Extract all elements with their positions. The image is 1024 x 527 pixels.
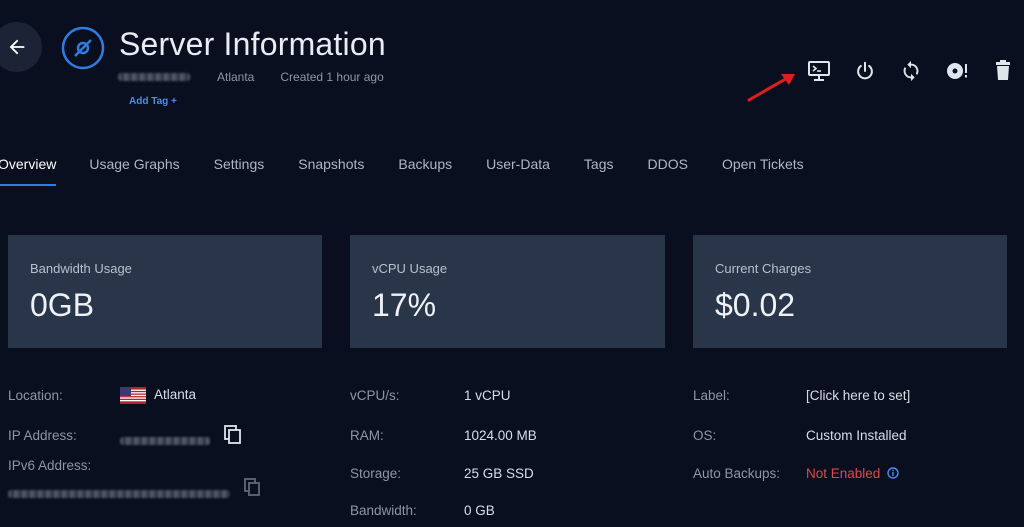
label-label: Label: bbox=[693, 388, 730, 403]
power-icon bbox=[857, 61, 873, 80]
restart-icon bbox=[903, 60, 919, 82]
add-tag-link[interactable]: Add Tag + bbox=[129, 96, 177, 107]
tab-user-data[interactable]: User-Data bbox=[486, 156, 550, 186]
current-charges-card: Current Charges $0.02 bbox=[693, 235, 1007, 348]
tab-open-tickets[interactable]: Open Tickets bbox=[722, 156, 804, 186]
us-flag-icon bbox=[120, 387, 146, 404]
tab-overview[interactable]: Overview bbox=[0, 156, 57, 186]
redacted-hostname bbox=[118, 73, 190, 81]
card-value: $0.02 bbox=[715, 287, 796, 323]
meta-location: Atlanta bbox=[217, 70, 255, 84]
server-toolbar bbox=[796, 58, 1024, 84]
location-value: Atlanta bbox=[154, 387, 197, 403]
tab-bar: Overview Usage Graphs Settings Snapshots… bbox=[0, 156, 804, 186]
server-meta: Atlanta Created 1 hour ago bbox=[118, 70, 384, 84]
ipv6-address-value-wrap bbox=[8, 486, 230, 501]
back-button[interactable] bbox=[0, 22, 42, 72]
ram-label: RAM: bbox=[350, 428, 384, 443]
location-value-wrap: Atlanta bbox=[120, 387, 196, 404]
vcpu-usage-card: vCPU Usage 17% bbox=[350, 235, 665, 348]
console-button[interactable] bbox=[796, 58, 842, 84]
card-title: Bandwidth Usage bbox=[30, 261, 132, 276]
auto-backups-value: Not Enabled bbox=[806, 466, 881, 481]
redacted-ip-address bbox=[120, 437, 210, 445]
tab-backups[interactable]: Backups bbox=[398, 156, 452, 186]
bandwidth-value-link[interactable]: 0 GB bbox=[464, 503, 495, 518]
card-value: 17% bbox=[372, 287, 437, 323]
label-set-link[interactable]: [Click here to set] bbox=[806, 388, 910, 403]
restart-button[interactable] bbox=[888, 58, 934, 84]
tab-tags[interactable]: Tags bbox=[584, 156, 614, 186]
auto-backups-value-wrap: Not Enabled bbox=[806, 466, 899, 481]
power-button[interactable] bbox=[842, 58, 888, 84]
info-icon[interactable] bbox=[887, 467, 899, 479]
vcpu-value: 1 vCPU bbox=[464, 388, 511, 403]
card-title: vCPU Usage bbox=[372, 261, 448, 276]
auto-backups-label: Auto Backups: bbox=[693, 466, 781, 481]
ip-address-value-wrap bbox=[120, 433, 210, 448]
arrow-left-icon bbox=[9, 39, 25, 55]
trash-icon bbox=[996, 60, 1010, 80]
vcpu-label: vCPU/s: bbox=[350, 388, 400, 403]
bandwidth-label: Bandwidth: bbox=[350, 503, 417, 518]
os-label: OS: bbox=[693, 428, 717, 443]
meta-created: Created 1 hour ago bbox=[280, 70, 384, 84]
reinstall-button[interactable] bbox=[934, 58, 980, 84]
reinstall-icon bbox=[947, 63, 967, 79]
location-label: Location: bbox=[8, 388, 63, 403]
card-title: Current Charges bbox=[715, 261, 812, 276]
bandwidth-usage-card: Bandwidth Usage 0GB bbox=[8, 235, 322, 348]
ram-value: 1024.00 MB bbox=[464, 428, 537, 443]
os-value: Custom Installed bbox=[806, 428, 907, 443]
redacted-ipv6-address bbox=[8, 490, 230, 498]
server-disc-icon bbox=[61, 26, 105, 70]
page-title: Server Information bbox=[119, 26, 386, 62]
copy-icon[interactable] bbox=[224, 425, 242, 445]
annotation-arrow-icon bbox=[747, 74, 795, 102]
tab-settings[interactable]: Settings bbox=[214, 156, 265, 186]
copy-icon[interactable] bbox=[244, 478, 260, 496]
storage-label: Storage: bbox=[350, 466, 402, 481]
storage-value: 25 GB SSD bbox=[464, 466, 534, 481]
tab-snapshots[interactable]: Snapshots bbox=[298, 156, 364, 186]
delete-button[interactable] bbox=[980, 58, 1024, 84]
tab-ddos[interactable]: DDOS bbox=[647, 156, 687, 186]
card-value: 0GB bbox=[30, 287, 95, 323]
tab-usage-graphs[interactable]: Usage Graphs bbox=[89, 156, 179, 186]
console-icon bbox=[808, 61, 830, 81]
ip-address-label: IP Address: bbox=[8, 428, 77, 443]
ipv6-address-label: IPv6 Address: bbox=[8, 458, 92, 473]
